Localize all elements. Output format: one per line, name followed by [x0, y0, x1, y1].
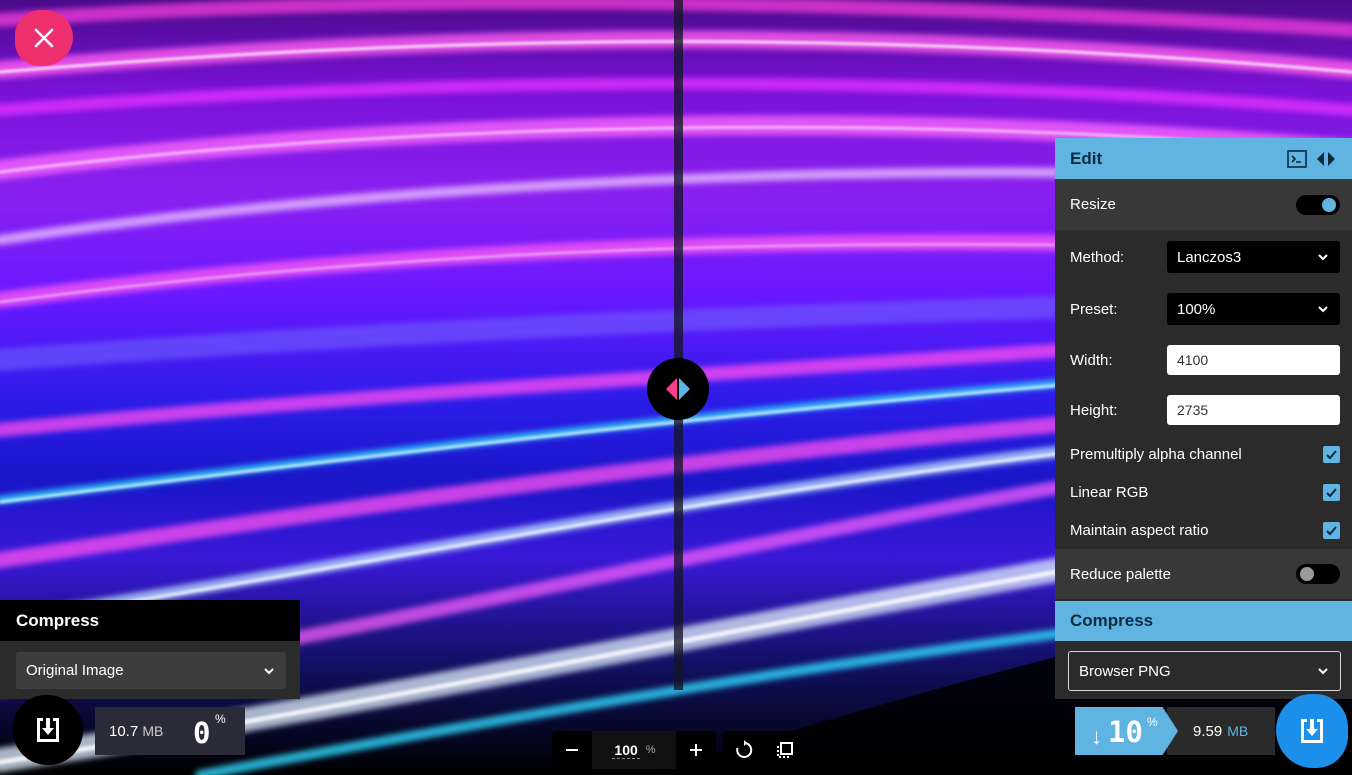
- reduce-palette-toggle-knob: [1300, 567, 1314, 581]
- check-icon: [1326, 449, 1337, 459]
- reduction-arrow-icon: ↓: [1091, 724, 1102, 749]
- split-arrow-right-icon: [679, 378, 690, 400]
- check-icon: [1326, 525, 1337, 535]
- left-compress-panel: Compress Original Image: [0, 600, 300, 699]
- linear-rgb-row: Linear RGB: [1055, 476, 1352, 508]
- split-arrow-left-icon: [666, 378, 677, 400]
- reduce-palette-row: Reduce palette: [1055, 549, 1352, 599]
- split-arrows-icon[interactable]: [1315, 150, 1337, 168]
- view-tools: [723, 731, 805, 769]
- width-label: Width:: [1070, 351, 1113, 369]
- premultiply-label: Premultiply alpha channel: [1070, 445, 1242, 463]
- chevron-down-icon: [264, 667, 274, 674]
- left-size-stats: 10.7 MB 0%: [95, 707, 245, 755]
- split-handle[interactable]: [647, 358, 709, 420]
- right-format-value: Browser PNG: [1079, 662, 1171, 680]
- left-compress-title: Compress: [0, 600, 300, 641]
- left-percent: 0%: [193, 712, 226, 750]
- aspect-ratio-checkbox[interactable]: [1323, 521, 1340, 539]
- right-size-stats: 9.59 MB ↓ 10 %: [1075, 707, 1275, 755]
- right-format-select[interactable]: Browser PNG: [1068, 651, 1341, 691]
- download-icon: [37, 718, 59, 742]
- aspect-ratio-row: Maintain aspect ratio: [1055, 514, 1352, 546]
- download-icon: [1301, 719, 1323, 743]
- left-format-value: Original Image: [26, 662, 124, 679]
- chevron-down-icon: [1318, 306, 1328, 313]
- chevron-down-icon: [1318, 254, 1328, 261]
- zoom-out-button[interactable]: [552, 731, 592, 769]
- plus-icon: [690, 744, 702, 756]
- split-divider[interactable]: [674, 0, 683, 690]
- crop-icon: [776, 742, 793, 758]
- resize-toggle-knob: [1322, 197, 1336, 212]
- right-percent: ↓ 10 %: [1075, 707, 1178, 755]
- method-label: Method:: [1070, 248, 1125, 266]
- rotate-button[interactable]: [723, 731, 764, 769]
- premultiply-row: Premultiply alpha channel: [1055, 438, 1352, 470]
- zoom-in-button[interactable]: [676, 731, 716, 769]
- crop-button[interactable]: [764, 731, 805, 769]
- chevron-down-icon: [1318, 668, 1328, 675]
- close-icon: [34, 28, 54, 48]
- linear-rgb-label: Linear RGB: [1070, 483, 1149, 501]
- left-file-size: 10.7 MB: [109, 722, 164, 740]
- edit-header: Edit: [1055, 138, 1352, 179]
- height-label: Height:: [1070, 401, 1118, 419]
- method-select[interactable]: Lanczos3: [1167, 241, 1340, 273]
- left-format-select[interactable]: Original Image: [16, 652, 286, 689]
- edit-title: Edit: [1070, 148, 1103, 168]
- height-input[interactable]: 2735: [1167, 395, 1340, 425]
- aspect-ratio-label: Maintain aspect ratio: [1070, 521, 1209, 539]
- reduce-palette-label: Reduce palette: [1070, 565, 1171, 583]
- method-value: Lanczos3: [1177, 248, 1242, 266]
- rotate-icon: [735, 740, 752, 758]
- check-icon: [1326, 487, 1337, 497]
- resize-row: Resize: [1055, 179, 1352, 230]
- width-input[interactable]: 4100: [1167, 345, 1340, 375]
- left-download-button[interactable]: [13, 695, 83, 765]
- linear-rgb-checkbox[interactable]: [1323, 483, 1340, 501]
- preset-select[interactable]: 100%: [1167, 293, 1340, 325]
- premultiply-checkbox[interactable]: [1323, 445, 1340, 463]
- preset-value: 100%: [1177, 300, 1216, 318]
- resize-label: Resize: [1070, 196, 1116, 213]
- preset-label: Preset:: [1070, 300, 1118, 318]
- terminal-icon[interactable]: [1287, 149, 1307, 168]
- right-compress-title: Compress: [1055, 601, 1352, 641]
- edit-panel: Edit Resize Method: Lanczos3 Preset: 100…: [1055, 138, 1352, 699]
- resize-toggle[interactable]: [1296, 194, 1340, 215]
- zoom-controls: 100%: [552, 731, 716, 769]
- right-file-size: 9.59 MB: [1167, 707, 1275, 755]
- right-download-button[interactable]: [1276, 694, 1348, 768]
- reduce-palette-toggle[interactable]: [1296, 564, 1340, 584]
- minus-icon: [566, 749, 578, 751]
- zoom-level[interactable]: 100%: [592, 731, 676, 769]
